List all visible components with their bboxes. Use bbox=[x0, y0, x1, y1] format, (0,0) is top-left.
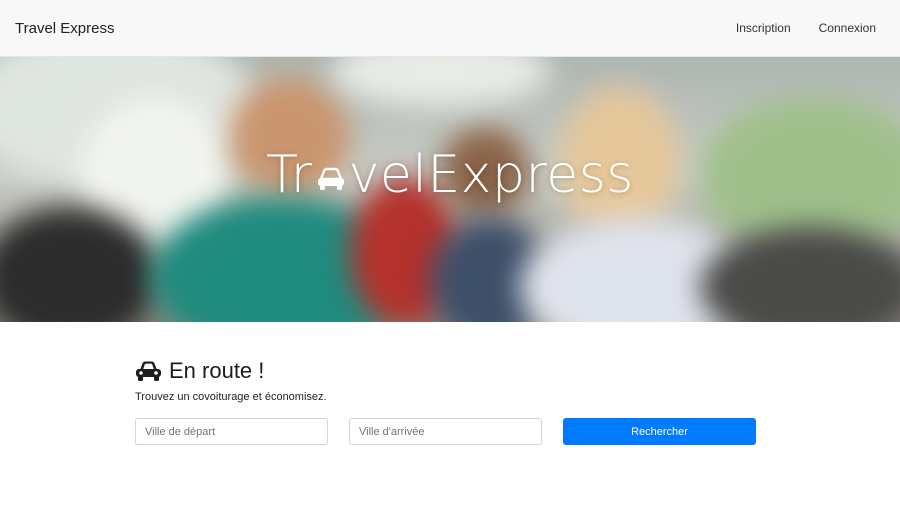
hero-logo-text-start: Tr bbox=[266, 145, 313, 205]
page-heading: En route ! bbox=[135, 358, 765, 384]
nav-link-inscription[interactable]: Inscription bbox=[736, 21, 791, 35]
nav-links: Inscription Connexion bbox=[708, 21, 885, 35]
main-content: En route ! Trouvez un covoiturage et éco… bbox=[135, 358, 765, 403]
hero-banner: Tr velExpress bbox=[0, 57, 900, 322]
nav-link-connexion[interactable]: Connexion bbox=[819, 21, 876, 35]
car-icon bbox=[136, 361, 161, 381]
departure-city-input[interactable] bbox=[135, 418, 328, 445]
hero-logo-text-end: velExpress bbox=[348, 145, 634, 205]
search-form: Rechercher bbox=[135, 418, 756, 445]
hero-logo: Tr velExpress bbox=[0, 145, 900, 205]
page-title: En route ! bbox=[169, 358, 265, 383]
search-button[interactable]: Rechercher bbox=[563, 418, 756, 445]
page-subtitle: Trouvez un covoiturage et économisez. bbox=[135, 391, 327, 403]
top-navbar: Travel Express Inscription Connexion bbox=[0, 0, 900, 57]
arrival-city-input[interactable] bbox=[349, 418, 542, 445]
car-icon bbox=[317, 167, 344, 190]
brand-link[interactable]: Travel Express bbox=[15, 20, 114, 37]
